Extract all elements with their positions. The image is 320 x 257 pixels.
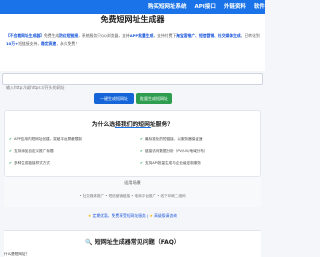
nav-item-api[interactable]: API接口 — [195, 2, 216, 10]
use-case-item: • 社交媒体推广 — [79, 194, 105, 198]
use-case-text: 社交媒体推广 — [82, 194, 105, 198]
star-icon: ★ — [149, 213, 153, 218]
faq-title-text: 短网址生成器常见问题（FAQ） — [94, 239, 180, 246]
desc-part: 稳定高速 — [41, 41, 57, 46]
use-case-text: 短信营销链接 — [108, 194, 131, 198]
desc-part: 10万+ — [6, 41, 19, 46]
title-underline — [115, 127, 151, 128]
separator: | — [147, 213, 149, 218]
desc-part: APP批量生成 — [129, 33, 154, 38]
batch-generate-button[interactable]: 批量生成短网址 — [136, 93, 172, 104]
promo-contact-link[interactable]: 高级版请咨询 — [154, 213, 177, 218]
nav-item-buy-system[interactable]: 购买短网址系统 — [148, 2, 187, 10]
feature-text: 最标准化的短链接，以服务器保证速 — [145, 137, 203, 141]
search-icon: 🔍 — [85, 239, 93, 246]
desc-part: 免费生成 — [43, 33, 60, 38]
feature-text: APP应用内短网址创建，突破平台屏蔽限制 — [14, 137, 82, 141]
promo-link[interactable]: 定期优惠，免费享受短网址服务 — [93, 213, 146, 218]
use-case-text: 线下印刷二维码 — [160, 194, 186, 198]
desc-part: ，支持付费下 — [153, 33, 177, 38]
desc-part: 【不会看网址生成器】 — [6, 33, 44, 38]
desc-part: 。已转化到 — [240, 33, 260, 38]
desc-part: 短链接支持， — [18, 41, 42, 46]
nav-item-software[interactable]: 软件 — [254, 2, 265, 10]
check-icon: ✔ — [140, 149, 144, 153]
check-icon: ✔ — [140, 137, 144, 141]
feature-text: 多种生成链接样式方式 — [14, 161, 50, 165]
hero-description: 【不会看网址生成器】免费生成防红短链接，系统服务只QQ浏览器，支持APP批量生成… — [6, 32, 260, 48]
feature-item: ✔ APP应用内短网址创建，突破平台屏蔽限制 — [9, 137, 82, 142]
url-input-wrapper — [2, 73, 263, 93]
url-input[interactable] — [3, 82, 262, 93]
page-title: 免费短网址生成器 — [100, 15, 165, 24]
faq-title: 🔍 短网址生成器常见问题（FAQ） — [0, 237, 265, 246]
check-icon: ✔ — [140, 161, 144, 165]
top-nav-bar: 购买短网址系统 API接口 外链资料 软件 — [0, 0, 265, 14]
desc-part: ，永久免费！ — [56, 41, 80, 46]
use-cases-list: • 社交媒体推广 • 短信营销链接 • 电商平台推广 • 线下印刷二维码 — [0, 194, 265, 199]
promo-banner: ★ 定期优惠，免费享受短网址服务 | ★ 高级版请咨询 — [0, 213, 265, 219]
feature-item: ✔ 多种生成链接样式方式 — [9, 161, 50, 166]
use-case-item: • 线下印刷二维码 — [157, 194, 186, 198]
check-icon: ✔ — [9, 149, 13, 153]
feature-text: 支持API批量生成与企业级定制服务 — [145, 161, 202, 165]
feature-item: ✔ 支持添加自定义推广标题 — [9, 149, 54, 154]
desc-part: 淘宝客推广、短信营销、社交媒体生成 — [176, 33, 241, 38]
desc-part: 防红短链接 — [59, 33, 79, 38]
use-case-item: • 短信营销链接 — [105, 194, 131, 198]
generate-button[interactable]: 一键生成短网址 — [94, 93, 134, 104]
use-cases-title: 适用场景 — [124, 180, 141, 185]
use-case-item: • 电商平台推广 — [131, 194, 157, 198]
nav-item-external-links[interactable]: 外链资料 — [224, 2, 246, 10]
nav-menu: 购买短网址系统 API接口 外链资料 软件 — [148, 2, 265, 10]
desc-part: ，系统服务只QQ浏览器，支持 — [78, 33, 130, 38]
check-icon: ✔ — [9, 137, 13, 141]
feature-item: ✔ 最标准化的短链接，以服务器保证速 — [140, 137, 203, 142]
feature-text: 支持添加自定义推广标题 — [14, 149, 54, 153]
faq-question[interactable]: 什么是短网址？ — [4, 252, 29, 257]
feature-item: ✔ 链接访问数据分析（PV/UV/地域分布） — [140, 149, 207, 154]
check-icon: ✔ — [9, 161, 13, 165]
feature-text: 链接访问数据分析（PV/UV/地域分布） — [145, 149, 208, 153]
feature-item: ✔ 支持API批量生成与企业级定制服务 — [140, 161, 201, 166]
use-case-text: 电商平台推广 — [134, 194, 157, 198]
star-icon: ★ — [88, 213, 92, 218]
